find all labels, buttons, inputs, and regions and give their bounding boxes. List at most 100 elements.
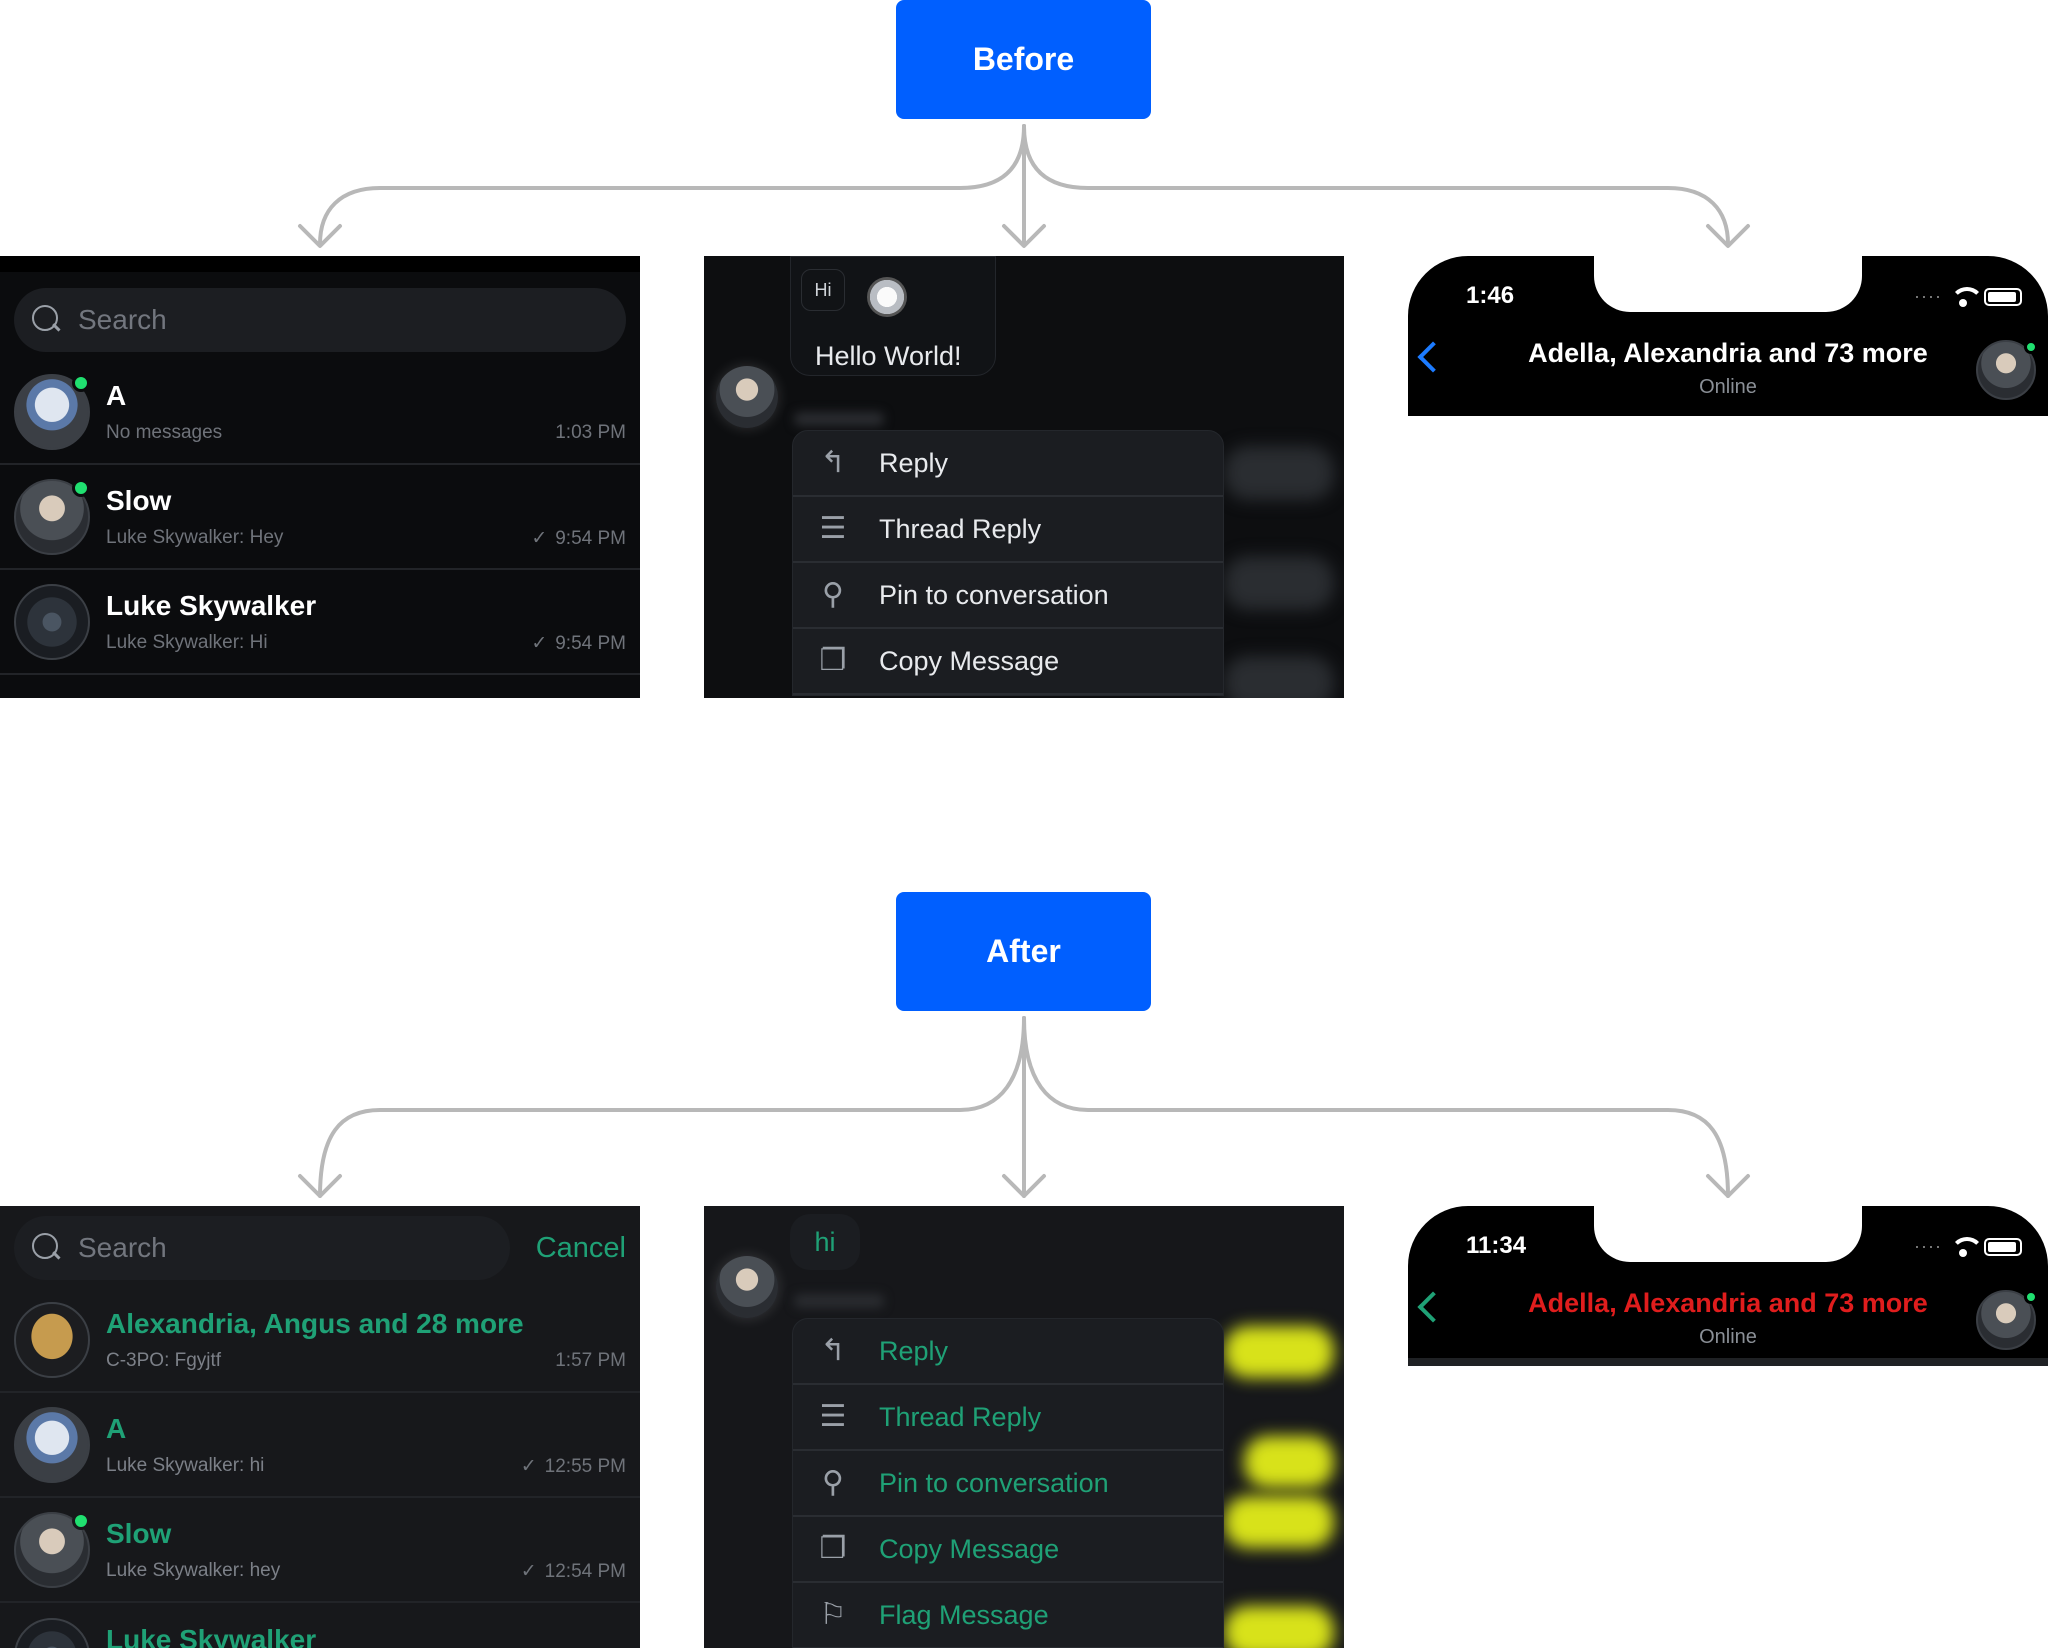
- menu-item-label: Thread Reply: [879, 513, 1042, 544]
- online-indicator: [72, 478, 90, 497]
- message-bubble[interactable]: Hi Hello World!: [790, 256, 996, 376]
- quoted-message: Hi: [801, 269, 845, 311]
- connector-before-right: [1022, 124, 1730, 246]
- reply-icon: ↰: [820, 446, 846, 479]
- menu-item-pin[interactable]: ⚲ Pin to conversation: [793, 563, 1223, 629]
- channel-name: A: [106, 1412, 127, 1444]
- search-icon: [32, 305, 62, 335]
- menu-item-copy[interactable]: ❐ Copy Message: [793, 1517, 1223, 1583]
- search-placeholder: Search: [78, 304, 167, 335]
- channel-text: Slow Luke Skywalker: hey ✓ 12:54 PM: [106, 1512, 640, 1588]
- pin-icon: ⚲: [822, 578, 844, 611]
- device-notch: [1594, 256, 1862, 312]
- blurred-message: [1224, 1326, 1334, 1378]
- menu-item-label: Thread Reply: [879, 1401, 1042, 1432]
- channel-text: A Luke Skywalker: hi ✓ 12:55 PM: [106, 1407, 640, 1483]
- channel-name: Alexandria, Angus and 28 more: [106, 1307, 524, 1339]
- channel-time: 12:55 PM: [544, 1455, 626, 1477]
- channel-time-wrap: ✓ 12:54 PM: [521, 1560, 626, 1583]
- channel-header-before: 1:46 ···· Adella, Alexandria and 73 more…: [1408, 256, 2048, 416]
- channel-row[interactable]: A Luke Skywalker: hi ✓ 12:55 PM: [0, 1393, 640, 1498]
- read-check-icon: ✓: [531, 632, 548, 654]
- before-label: Before: [896, 0, 1151, 119]
- battery-icon: [1984, 287, 2022, 306]
- channel-row[interactable]: A No messages 1:03 PM: [0, 360, 640, 465]
- r2d2-avatar: [14, 373, 90, 450]
- thread-icon: ☰: [819, 1400, 847, 1433]
- channel-time: 12:54 PM: [544, 1560, 626, 1582]
- leia-avatar: [14, 1511, 90, 1588]
- channel-name: Luke Skywalker: [106, 1623, 317, 1648]
- blurred-timestamp: [794, 1294, 884, 1308]
- channel-name: A: [106, 379, 127, 411]
- channel-time: 9:54 PM: [555, 527, 626, 549]
- message-actions-after: hi ↰ Reply ☰ Thread Reply ⚲ Pin to conversa…: [704, 1206, 1344, 1648]
- menu-item-copy[interactable]: ❐ Copy Message: [793, 629, 1223, 695]
- channel-time-wrap: ✓ 12:55 PM: [521, 1455, 626, 1478]
- message-bubble[interactable]: hi: [790, 1214, 860, 1270]
- menu-item-thread-reply[interactable]: ☰ Thread Reply: [793, 1385, 1223, 1451]
- blurred-message: [1224, 1606, 1334, 1648]
- ship-avatar: [14, 1617, 90, 1648]
- connector-before-left: [318, 124, 1026, 246]
- battery-icon: [1984, 1237, 2022, 1256]
- channel-name: Slow: [106, 484, 172, 516]
- search-input[interactable]: Search: [14, 1216, 510, 1280]
- menu-item-thread-reply[interactable]: ☰ Thread Reply: [793, 497, 1223, 563]
- channel-text: Slow Luke Skywalker: Hey ✓ 9:54 PM: [106, 479, 640, 555]
- channel-subtitle: Online: [1699, 1326, 1757, 1348]
- channel-row[interactable]: Alexandria, Angus and 28 more C-3PO: Fgy…: [0, 1288, 640, 1393]
- menu-item-reply[interactable]: ↰ Reply: [793, 431, 1223, 497]
- menu-item-pin[interactable]: ⚲ Pin to conversation: [793, 1451, 1223, 1517]
- signal-icon: ····: [1914, 286, 1942, 306]
- channel-time-wrap: ✓ 9:54 PM: [531, 527, 626, 550]
- online-indicator: [72, 1511, 90, 1530]
- copy-icon: ❐: [819, 1532, 847, 1565]
- menu-item-flag[interactable]: ⚐ Flag Message: [793, 1583, 1223, 1648]
- channel-list-after: Search Cancel Alexandria, Angus and 28 m…: [0, 1206, 640, 1648]
- channel-avatar[interactable]: [1976, 340, 2038, 400]
- menu-item-reply[interactable]: ↰ Reply: [793, 1319, 1223, 1385]
- channel-row[interactable]: Luke Skywalker Luke Skywalker: Hi ✓ 9:54 …: [0, 570, 640, 675]
- channel-row[interactable]: Slow Luke Skywalker: Hey ✓ 9:54 PM: [0, 465, 640, 570]
- channel-row[interactable]: Slow Luke Skywalker: hey ✓ 12:54 PM: [0, 1498, 640, 1603]
- c3po-avatar: [14, 1301, 90, 1378]
- wifi-icon: [1950, 1236, 1984, 1257]
- top-strip: [0, 256, 640, 272]
- channel-title: Adella, Alexandria and 73 more: [1528, 1288, 1928, 1318]
- context-menu: ↰ Reply ☰ Thread Reply ⚲ Pin to conversatio…: [792, 1318, 1224, 1648]
- sender-avatar: [716, 366, 778, 428]
- menu-item-label: Reply: [879, 447, 949, 478]
- channel-preview: No messages: [106, 421, 223, 443]
- message-text: hi: [814, 1226, 836, 1257]
- back-chevron-icon[interactable]: [1417, 341, 1449, 373]
- message-text: Hello World!: [815, 341, 962, 371]
- connector-after-right: [1022, 1016, 1730, 1198]
- connector-after-left: [318, 1016, 1026, 1198]
- channel-time: 9:54 PM: [555, 632, 626, 654]
- context-menu: ↰ Reply ☰ Thread Reply ⚲ Pin to conversatio…: [792, 430, 1224, 696]
- blurred-message: [1224, 656, 1334, 698]
- channel-preview: Luke Skywalker: hey: [106, 1559, 281, 1581]
- cancel-button[interactable]: Cancel: [536, 1232, 626, 1265]
- status-bar-time: 1:46: [1466, 282, 1515, 309]
- back-chevron-icon[interactable]: [1417, 1291, 1449, 1323]
- sender-avatar: [716, 1256, 778, 1318]
- channel-name: Slow: [106, 1517, 172, 1549]
- menu-item-label: Pin to conversation: [879, 1467, 1109, 1498]
- blurred-message: [1244, 1436, 1334, 1488]
- channel-header-after: 11:34 ···· Adella, Alexandria and 73 mor…: [1408, 1206, 2048, 1366]
- status-bar-time: 11:34: [1466, 1232, 1527, 1259]
- flag-icon: ⚐: [819, 1598, 847, 1631]
- channel-avatar[interactable]: [1976, 1290, 2038, 1350]
- channel-row[interactable]: Luke Skywalker: [0, 1603, 640, 1648]
- online-indicator: [72, 373, 90, 392]
- search-row: Search: [0, 272, 640, 360]
- stormtrooper-avatar: [867, 277, 907, 317]
- search-input[interactable]: Search: [14, 288, 626, 352]
- channel-text: A No messages 1:03 PM: [106, 374, 640, 450]
- menu-item-label: Reply: [879, 1335, 949, 1366]
- pin-icon: ⚲: [822, 1466, 844, 1499]
- blurred-message: [1224, 556, 1334, 610]
- wifi-icon: [1950, 286, 1984, 307]
